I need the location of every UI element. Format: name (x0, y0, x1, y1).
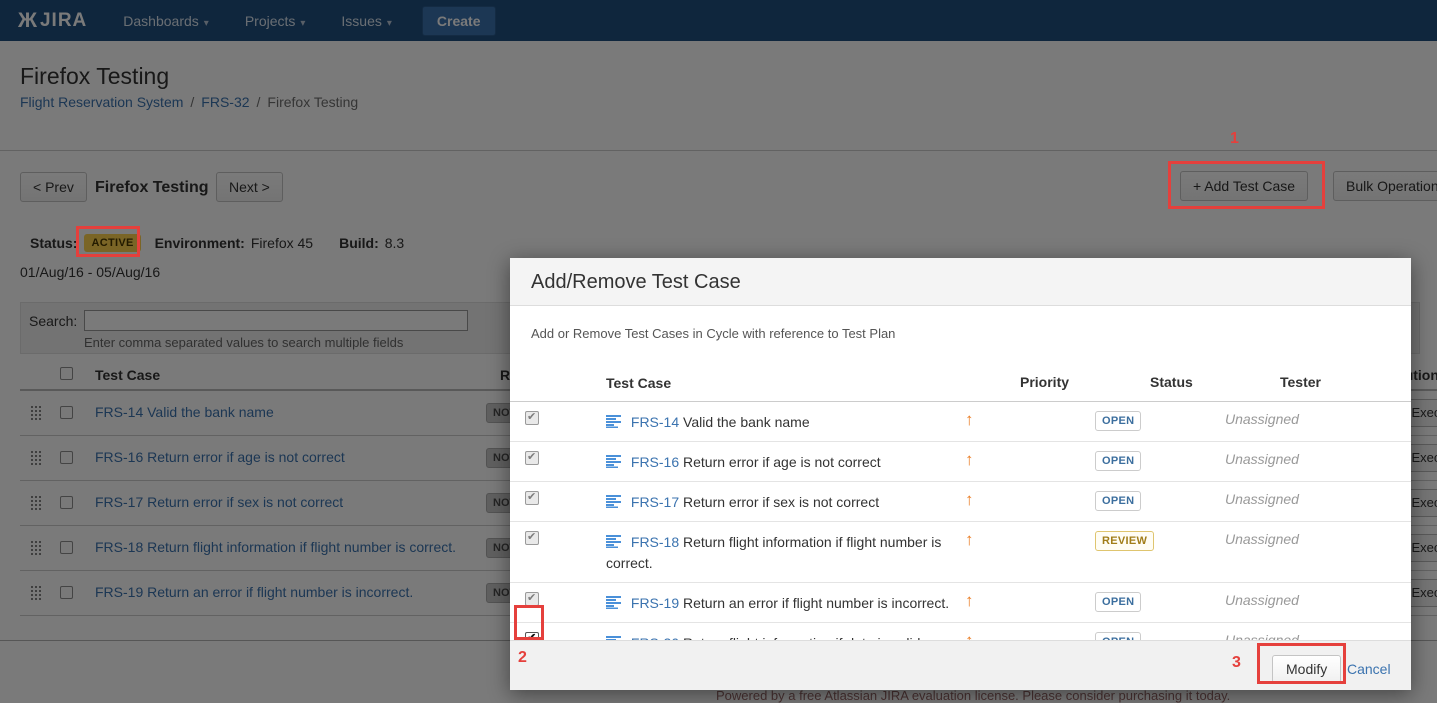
status-badge: OPEN (1095, 451, 1142, 471)
dialog-test-case-row: FRS-19 Return an error if flight number … (510, 583, 1411, 623)
test-case-summary: Return error if sex is not correct (683, 494, 880, 510)
column-tester: Tester (1280, 374, 1321, 390)
tester-value: Unassigned (1225, 491, 1299, 507)
annotation-step-3: 3 (1232, 654, 1241, 671)
column-priority: Priority (1020, 374, 1070, 390)
status-badge: REVIEW (1095, 531, 1155, 551)
column-test-case: Test Case (606, 375, 672, 391)
dialog-description: Add or Remove Test Cases in Cycle with r… (531, 326, 896, 341)
tester-value: Unassigned (1225, 451, 1299, 467)
annotation-box-checkbox (514, 605, 544, 640)
test-case-checkbox[interactable] (525, 490, 539, 505)
cancel-link[interactable]: Cancel (1347, 661, 1391, 677)
test-case-link[interactable]: FRS-18 (631, 534, 679, 550)
test-case-checkbox[interactable] (525, 410, 539, 425)
status-badge: OPEN (1095, 411, 1142, 431)
status-badge: OPEN (1095, 491, 1142, 511)
priority-up-icon: ↑ (965, 410, 974, 429)
test-case-icon (606, 533, 621, 548)
annotation-box-status-active (76, 226, 140, 257)
test-case-summary: Return error if age is not correct (683, 454, 881, 470)
dialog-title: Add/Remove Test Case (510, 258, 1411, 306)
test-case-checkbox[interactable] (525, 591, 539, 606)
priority-up-icon: ↑ (965, 450, 974, 469)
annotation-step-1: 1 (1230, 130, 1239, 147)
annotation-box-add-test-case (1168, 161, 1325, 209)
test-case-summary: Return an error if flight number is inco… (683, 595, 950, 611)
dialog-test-case-row: FRS-17 Return error if sex is not correc… (510, 482, 1411, 522)
test-case-link[interactable]: FRS-16 (631, 454, 679, 470)
test-case-link[interactable]: FRS-14 (631, 414, 679, 430)
priority-up-icon: ↑ (965, 530, 974, 549)
test-case-checkbox[interactable] (525, 530, 539, 545)
tester-value: Unassigned (1225, 411, 1299, 427)
test-case-link[interactable]: FRS-17 (631, 494, 679, 510)
dialog-table-header: Test Case Priority Status Tester (510, 366, 1411, 402)
test-case-checkbox[interactable] (525, 450, 539, 465)
add-remove-test-case-dialog: Add/Remove Test Case Add or Remove Test … (510, 258, 1411, 690)
tester-value: Unassigned (1225, 531, 1299, 547)
dialog-test-case-row: FRS-16 Return error if age is not correc… (510, 442, 1411, 482)
test-case-icon (606, 594, 621, 609)
test-case-icon (606, 453, 621, 468)
status-badge: OPEN (1095, 592, 1142, 612)
priority-up-icon: ↑ (965, 490, 974, 509)
dialog-test-case-table: Test Case Priority Status Tester FRS-14 … (510, 366, 1411, 663)
annotation-box-modify (1257, 643, 1346, 684)
test-case-link[interactable]: FRS-19 (631, 595, 679, 611)
test-case-summary: Valid the bank name (683, 414, 810, 430)
test-case-icon (606, 493, 621, 508)
test-case-icon (606, 413, 621, 428)
dialog-test-case-row: FRS-14 Valid the bank name ↑ OPEN Unassi… (510, 402, 1411, 442)
priority-up-icon: ↑ (965, 591, 974, 610)
dialog-test-case-row: FRS-18 Return flight information if flig… (510, 522, 1411, 583)
annotation-step-2: 2 (518, 649, 527, 666)
column-status: Status (1150, 374, 1193, 390)
tester-value: Unassigned (1225, 592, 1299, 608)
